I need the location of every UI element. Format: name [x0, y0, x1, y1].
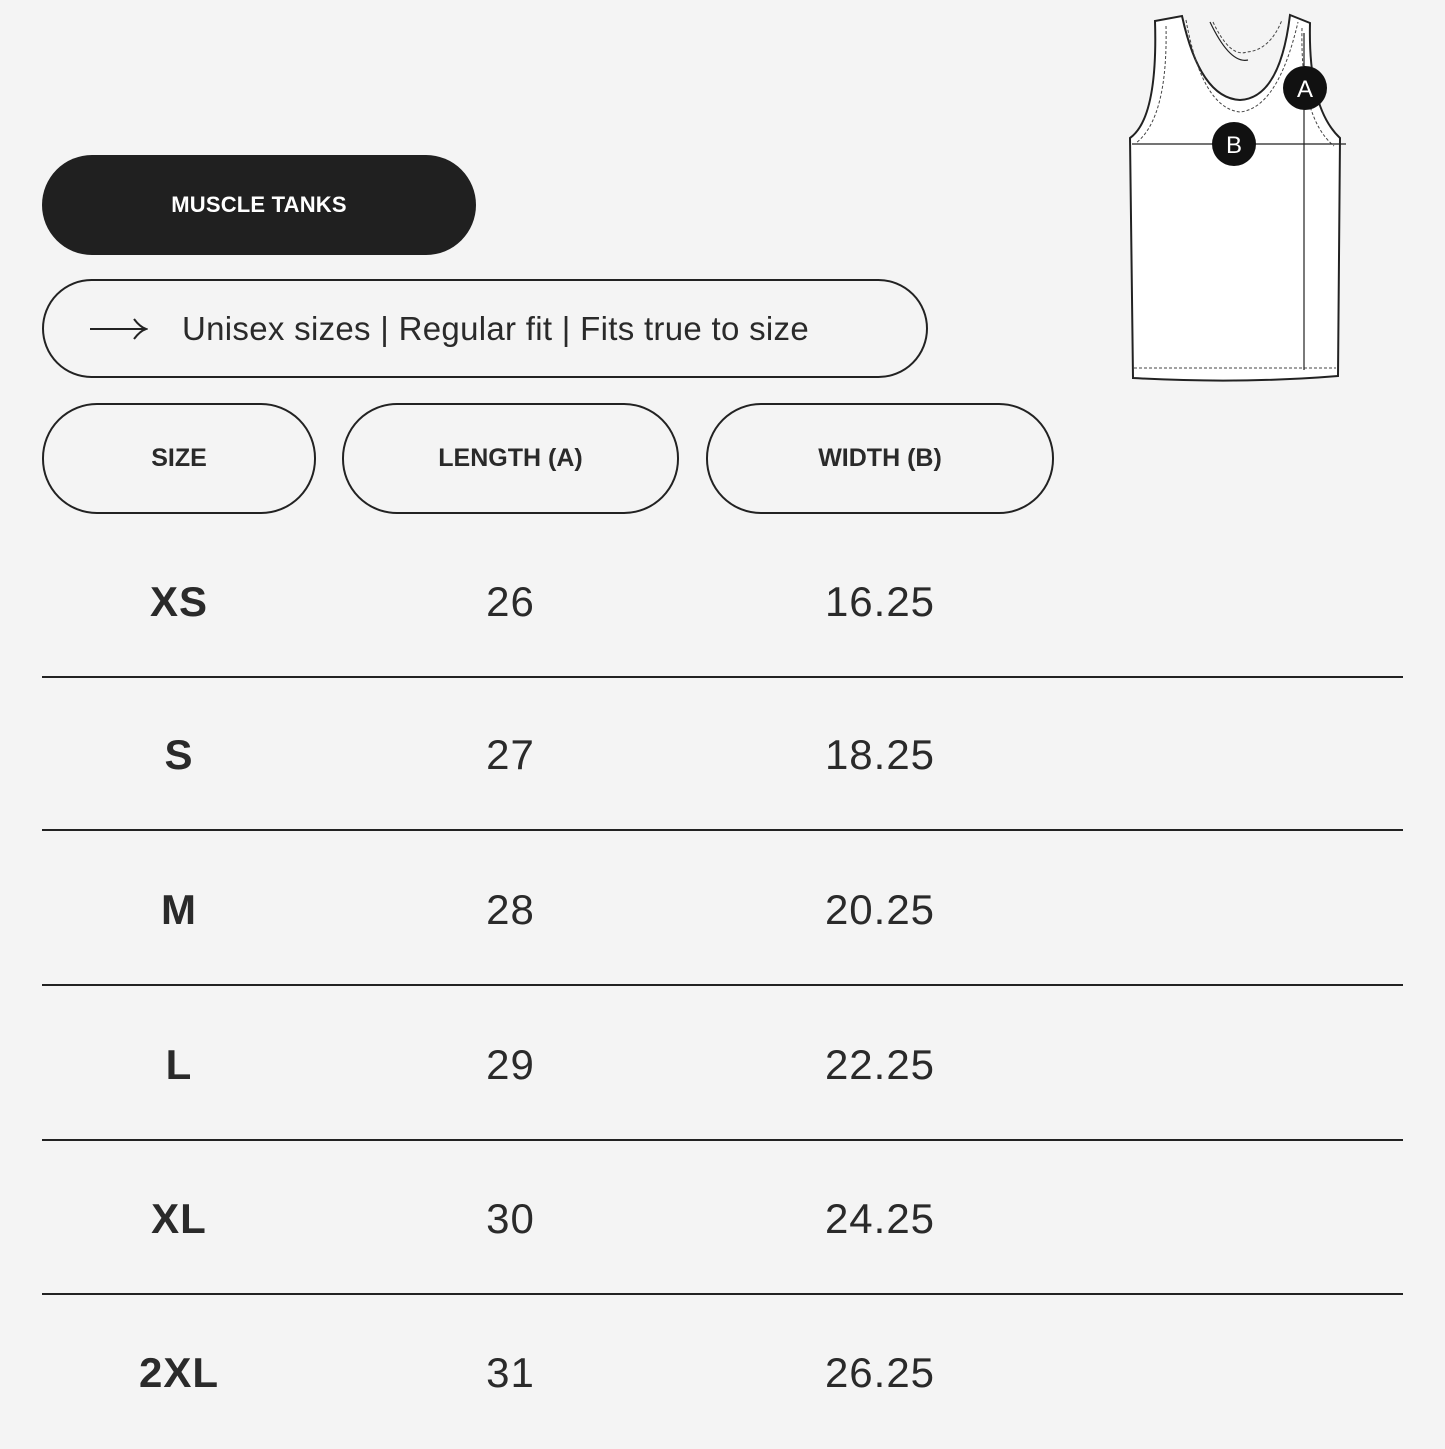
length-cell: 28 — [486, 885, 535, 933]
column-header-size: SIZE — [42, 403, 316, 514]
table-row: XS 26 16.25 — [42, 525, 1403, 678]
size-cell: S — [164, 730, 194, 778]
column-header-label: SIZE — [151, 444, 207, 472]
product-title-badge: MUSCLE TANKS — [42, 155, 476, 255]
row-divider — [42, 1293, 1403, 1295]
length-cell: 31 — [486, 1348, 535, 1396]
size-cell: 2XL — [138, 1348, 220, 1396]
table-row: 2XL 31 26.25 — [42, 1296, 1403, 1449]
column-header-width: WIDTH (B) — [706, 403, 1054, 514]
diagram-label-a: A — [1297, 76, 1313, 103]
length-cell: 26 — [486, 577, 535, 625]
table-row: M 28 20.25 — [42, 833, 1403, 986]
width-cell: 26.25 — [824, 1348, 936, 1396]
table-row: XL 30 24.25 — [42, 1142, 1403, 1295]
tank-top-diagram-icon: A B — [1128, 13, 1346, 382]
column-header-label: WIDTH (B) — [818, 444, 942, 472]
width-cell: 24.25 — [824, 1194, 936, 1242]
diagram-label-b: B — [1226, 132, 1242, 159]
width-cell: 20.25 — [824, 885, 936, 933]
size-cell: XL — [151, 1194, 207, 1242]
size-cell: M — [161, 885, 197, 933]
length-cell: 29 — [486, 1040, 535, 1088]
row-divider — [42, 984, 1403, 986]
table-row: L 29 22.25 — [42, 988, 1403, 1141]
width-cell: 22.25 — [824, 1040, 936, 1088]
length-cell: 27 — [486, 730, 535, 778]
fit-info-banner: Unisex sizes | Regular fit | Fits true t… — [42, 279, 928, 378]
product-title: MUSCLE TANKS — [171, 192, 347, 217]
length-cell: 30 — [486, 1194, 535, 1242]
arrow-right-icon — [90, 317, 148, 340]
column-header-label: LENGTH (A) — [438, 444, 583, 472]
row-divider — [42, 829, 1403, 831]
size-cell: L — [165, 1040, 193, 1088]
column-header-length: LENGTH (A) — [342, 403, 679, 514]
width-cell: 16.25 — [824, 577, 936, 625]
size-cell: XS — [149, 577, 209, 625]
fit-info-text: Unisex sizes | Regular fit | Fits true t… — [182, 309, 809, 347]
row-divider — [42, 1139, 1403, 1141]
table-row: S 27 18.25 — [42, 678, 1403, 831]
width-cell: 18.25 — [824, 730, 936, 778]
